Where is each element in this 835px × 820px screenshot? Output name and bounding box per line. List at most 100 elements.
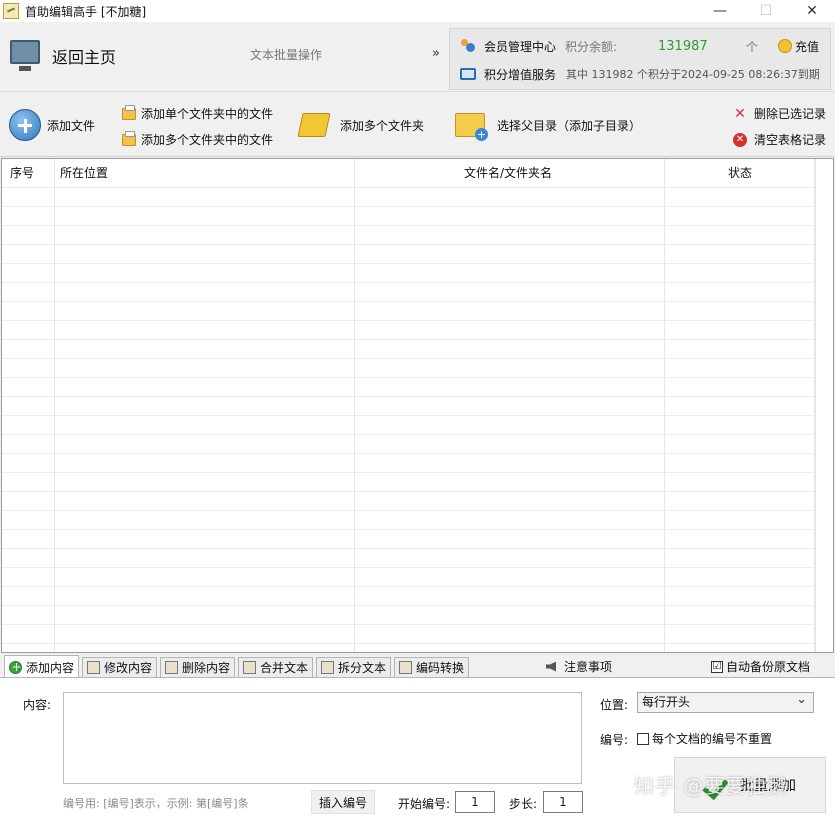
table-scrollbar[interactable]	[815, 159, 833, 652]
folder-add-icon	[455, 113, 488, 141]
tab-label: 修改内容	[104, 661, 153, 675]
add-multi-folders-label: 添加多个文件夹	[340, 118, 425, 133]
maximize-button[interactable]: ☐	[743, 0, 789, 22]
table-row-line	[2, 320, 833, 321]
tab-add-content[interactable]: 添加内容	[4, 655, 80, 678]
merge-icon	[243, 661, 256, 674]
tab-label: 合并文本	[260, 661, 309, 675]
tab-delete-content[interactable]: 删除内容	[160, 657, 236, 677]
window-controls: — ☐ ✕	[697, 0, 835, 22]
add-single-folder-files-label: 添加单个文件夹中的文件	[141, 107, 274, 121]
folder-icon	[122, 130, 136, 146]
member-center-link[interactable]: 会员管理中心	[484, 38, 556, 55]
table-row-line	[2, 491, 833, 492]
start-number-label: 开始编号:	[398, 797, 451, 811]
select-parent-dir-label: 选择父目录（添加子目录）	[497, 118, 642, 133]
step-label: 步长:	[509, 797, 538, 811]
recharge-button[interactable]: 充值	[795, 38, 819, 55]
column-header-location[interactable]: 所在位置	[60, 159, 108, 187]
coin-icon[interactable]	[778, 39, 792, 53]
checkbox-checked-icon: ☑	[711, 660, 723, 673]
title-bar: 首助编辑高手 [不加糖] — ☐ ✕	[0, 0, 835, 22]
convert-icon	[399, 661, 412, 674]
column-header-filename[interactable]: 文件名/文件夹名	[464, 159, 552, 187]
number-label: 编号:	[600, 733, 629, 747]
member-row: 会员管理中心 积分余额: 131987 个 充值	[450, 33, 830, 59]
tab-merge-text[interactable]: 合并文本	[238, 657, 314, 677]
table-row-line	[2, 586, 833, 587]
add-file-label: 添加文件	[47, 118, 96, 133]
table-row-line	[2, 187, 833, 188]
clear-table-button[interactable]: ✕ 清空表格记录	[733, 131, 826, 148]
content-textarea[interactable]	[63, 692, 582, 784]
tab-label: 添加内容	[26, 660, 75, 675]
table-row-line	[2, 225, 833, 226]
home-link[interactable]: 返回主页	[52, 44, 116, 68]
monitor-icon[interactable]	[10, 40, 40, 71]
add-file-button[interactable]: 添加文件	[9, 109, 95, 141]
position-select[interactable]: 每行开头	[637, 690, 814, 713]
add-single-folder-files-button[interactable]: 添加单个文件夹中的文件	[122, 104, 274, 122]
add-multi-folders-button[interactable]: 添加多个文件夹	[297, 113, 425, 137]
notice-link[interactable]: 注意事项	[546, 658, 612, 675]
balance-unit: 个	[746, 39, 759, 54]
folder-icon	[122, 104, 136, 120]
expand-chevron-icon[interactable]: »	[432, 46, 440, 61]
checkmark-icon	[704, 773, 734, 797]
member-icon	[460, 38, 476, 54]
table-row-line	[2, 434, 833, 435]
column-header-status[interactable]: 状态	[728, 159, 752, 187]
add-circle-icon	[9, 660, 23, 674]
add-multi-folder-files-button[interactable]: 添加多个文件夹中的文件	[122, 130, 274, 148]
tab-encoding-convert[interactable]: 编码转换	[394, 657, 470, 677]
balance-value: 131987	[658, 38, 708, 54]
no-reset-label: 每个文档的编号不重置	[652, 732, 773, 746]
batch-add-label: 批量添加	[740, 778, 796, 794]
table-row-line	[2, 529, 833, 530]
position-label: 位置:	[600, 698, 629, 712]
table-row-line	[2, 282, 833, 283]
minimize-button[interactable]: —	[697, 0, 743, 22]
content-label: 内容:	[23, 698, 52, 712]
column-divider	[664, 159, 665, 652]
table-row-line	[2, 206, 833, 207]
edit-icon	[87, 661, 100, 674]
table-row-line	[2, 244, 833, 245]
select-parent-dir-button[interactable]: 选择父目录（添加子目录）	[455, 113, 642, 141]
clear-circle-icon: ✕	[733, 132, 747, 147]
notice-label: 注意事项	[564, 660, 613, 674]
add-multi-folder-files-label: 添加多个文件夹中的文件	[141, 133, 274, 147]
number-hint: 编号用: [编号]表示，示例: 第[编号]条	[63, 797, 249, 810]
no-reset-checkbox[interactable]: 每个文档的编号不重置	[637, 730, 772, 747]
file-table[interactable]: 序号 所在位置 文件名/文件夹名 状态	[1, 158, 834, 653]
table-row-line	[2, 548, 833, 549]
delete-x-icon: ✕	[734, 105, 746, 122]
delete-selected-button[interactable]: ✕ 删除已选记录	[733, 105, 826, 122]
column-divider	[354, 159, 355, 652]
window-title: 首助编辑高手 [不加糖]	[25, 4, 147, 19]
points-service-link[interactable]: 积分增值服务	[484, 66, 556, 83]
table-row-line	[2, 453, 833, 454]
insert-number-button[interactable]: 插入编号	[311, 790, 375, 814]
tab-split-text[interactable]: 拆分文本	[316, 657, 392, 677]
member-panel: 会员管理中心 积分余额: 131987 个 充值 积分增值服务 其中 13198…	[449, 28, 831, 90]
delete-selected-label: 删除已选记录	[754, 107, 827, 121]
table-row-line	[2, 605, 833, 606]
tab-modify-content[interactable]: 修改内容	[82, 657, 158, 677]
speaker-icon	[546, 661, 556, 672]
start-number-input[interactable]: 1	[455, 791, 495, 813]
close-button[interactable]: ✕	[789, 0, 835, 22]
book-icon	[460, 68, 476, 80]
delete-doc-icon	[165, 661, 178, 674]
tab-label: 删除内容	[182, 661, 231, 675]
column-header-index[interactable]: 序号	[10, 159, 34, 187]
auto-backup-checkbox[interactable]: ☑ 自动备份原文档	[711, 658, 810, 675]
step-input[interactable]: 1	[543, 791, 583, 813]
table-row-line	[2, 358, 833, 359]
points-expiry-info: 其中 131982 个积分于2024-09-25 08:26:37到期	[566, 68, 820, 81]
toolbar: 添加文件 添加单个文件夹中的文件 添加多个文件夹中的文件 添加多个文件夹 选择父…	[0, 93, 835, 157]
batch-add-button[interactable]: 批量添加	[674, 757, 826, 813]
table-row-line	[2, 339, 833, 340]
table-row-line	[2, 510, 833, 511]
clear-table-label: 清空表格记录	[754, 133, 827, 147]
